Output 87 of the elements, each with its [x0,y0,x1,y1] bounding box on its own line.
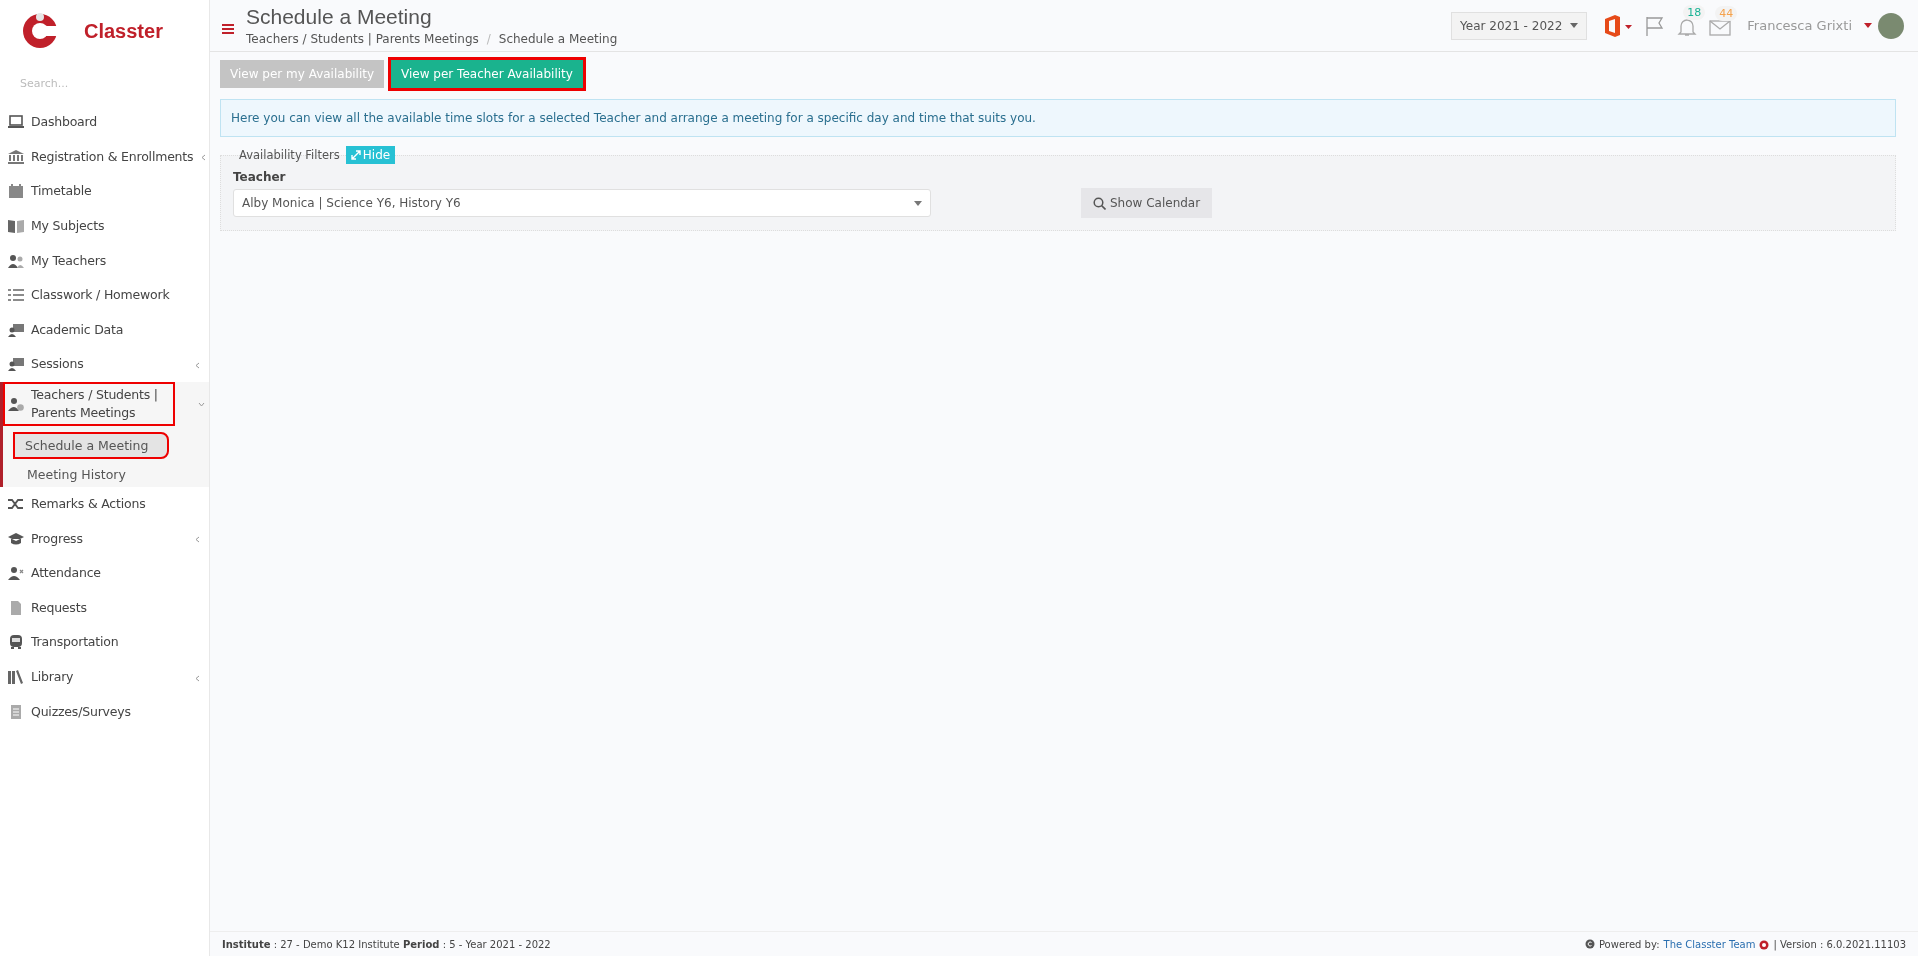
document-icon [8,600,24,615]
logo-icon [1759,938,1770,950]
graduation-cap-icon [8,531,24,546]
sidebar-label: Academic Data [31,320,125,339]
avatar[interactable] [1878,12,1904,39]
sidebar-item[interactable]: Requests [0,590,209,626]
breadcrumb-link[interactable]: Teachers / Students | Parents Meetings [246,32,479,46]
office-icon[interactable] [1603,14,1634,37]
sidebar-label: Timetable [31,182,93,201]
bank-icon [8,149,24,164]
submenu-item[interactable]: Meeting History [13,461,209,487]
sidebar-label: Registration & Enrollments [31,147,194,166]
submenu-item[interactable]: Schedule a Meeting [13,431,169,459]
checklist-icon [8,288,24,303]
page-title: Schedule a Meeting [246,5,433,29]
panel-title: Availability Filters [239,148,340,162]
books-icon [8,670,24,684]
sidebar-item[interactable]: Progress [0,521,209,556]
sidebar-item[interactable]: My Subjects [0,208,209,244]
chevron-icon [200,154,208,162]
bus-icon [8,635,24,650]
sidebar-label: My Teachers [31,251,107,270]
message-count: 44 [1715,5,1738,21]
logo-icon [20,11,60,51]
teacher-select[interactable]: Alby Monica | Science Y6, History Y6 [233,189,931,217]
sidebar-item[interactable]: Timetable [0,174,209,209]
info-message: Here you can view all the available time slots for a selected Teacher and arrange a meeting for a specific day and time that suits you. [220,99,1896,137]
presentation-icon [8,322,24,337]
envelope-icon[interactable] [1709,17,1732,36]
powered-by-text: Powered by: [1598,938,1660,950]
sidebar-label: Remarks & Actions [31,495,147,514]
sidebar-label: Teachers / Students | Parents Meetings [31,385,159,422]
shuffle-icon [8,497,24,512]
search-icon [1093,196,1106,210]
sidebar-item[interactable]: Library [0,659,209,695]
sidebar-item[interactable]: Attendance [0,555,209,591]
sidebar-item[interactable]: Teachers / Students | Parents Meetings [3,381,175,426]
chevron-icon [198,401,205,409]
flag-icon[interactable] [1645,15,1666,36]
sidebar-item[interactable]: Transportation [0,625,209,660]
person-clock-icon [8,396,24,411]
presentation-icon [8,357,24,372]
chevron-icon [194,674,201,682]
caret-icon[interactable] [1864,23,1872,28]
sidebar-label: Attendance [31,564,102,583]
people-icon [8,253,24,268]
sidebar-label: Classwork / Homework [31,286,171,305]
calendar-icon [8,184,24,199]
sidebar-item[interactable]: Registration & Enrollments [0,139,209,175]
sidebar-item[interactable]: Sessions [0,347,209,382]
show-calendar-button[interactable]: Show Calendar [1081,188,1213,218]
laptop-icon [8,115,24,130]
book-icon [8,219,24,234]
sidebar-item[interactable]: My Teachers [0,243,209,278]
resize-icon [350,150,361,160]
bell-icon[interactable] [1677,16,1698,37]
menu-icon[interactable] [222,23,234,34]
person-x-icon [8,566,24,581]
sidebar-item[interactable]: Classwork / Homework [0,277,209,313]
year-dropdown[interactable]: Year 2021 - 2022 [1451,11,1588,40]
sidebar-item[interactable]: Academic Data [0,312,209,348]
brand-name: Classter [84,19,163,43]
caret-icon [914,200,922,206]
sidebar-label: Requests [31,598,88,617]
copyright-icon [1584,939,1595,949]
breadcrumb-link[interactable]: Schedule a Meeting [498,32,618,46]
version-text: | Version : 6.0.2021.11103 [1773,938,1906,950]
caret-icon [1570,23,1579,28]
sidebar-label: Dashboard [31,113,99,132]
sidebar-item[interactable]: Dashboard [0,105,209,140]
sidebar-label: Quizzes/Surveys [31,702,132,721]
sidebar-label: Sessions [31,355,85,374]
sidebar-label: My Subjects [31,217,106,236]
chevron-icon [194,536,201,544]
list-icon [8,704,24,719]
sidebar-label: Library [31,668,75,686]
breadcrumb-separator: / [486,32,491,46]
sidebar-label: Transportation [31,633,120,652]
sidebar-label: Progress [31,529,84,548]
field-label: Teacher [233,170,287,184]
institute-info: Institute : 27 - Demo K12 Institute Period : 5 - Year 2021 - 2022 [222,938,551,950]
chevron-icon [194,361,201,369]
search-field[interactable]: Search... [18,76,192,91]
sidebar-item[interactable]: Quizzes/Surveys [0,694,209,729]
team-link[interactable]: The Classter Team [1663,938,1756,950]
sidebar-item[interactable]: Remarks & Actions [0,486,209,522]
notification-count: 18 [1683,4,1706,20]
